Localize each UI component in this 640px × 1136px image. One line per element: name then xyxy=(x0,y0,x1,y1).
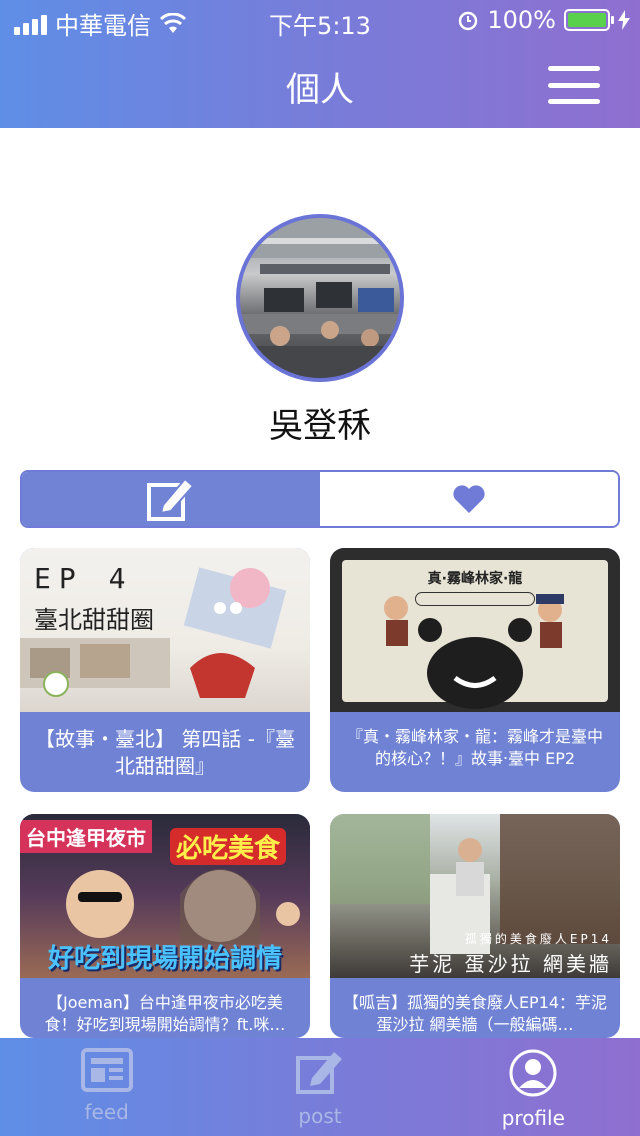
profile-name: 吳登秝 xyxy=(269,406,371,446)
status-right: 100% xyxy=(457,6,630,34)
newspaper-icon xyxy=(80,1048,133,1092)
battery-percent: 100% xyxy=(487,6,556,34)
post-thumbnail: 台中逢甲夜市 必吃美食 好吃到現場開始調情 xyxy=(20,814,310,978)
thumb-title-text: 台中逢甲夜市 xyxy=(20,820,152,853)
heart-icon xyxy=(453,485,485,513)
charging-icon xyxy=(618,10,630,30)
post-card-4[interactable]: 孤獨的美食廢人EP14 芋泥 蛋沙拉 網美牆 【呱吉】孤獨的美食廢人EP14：芋… xyxy=(330,814,620,1038)
thumb-illustration xyxy=(20,567,287,698)
post-card-2[interactable]: 真·霧峰林家·龍 『真・霧峰林家・龍：霧峰才是臺中的核心？！』故事‧臺中 EP2 xyxy=(330,548,620,792)
status-bar: 中華電信 下午5:13 100% xyxy=(0,0,640,40)
thumb-subtitle-text: 必吃美食 xyxy=(170,828,287,865)
post-caption: 『真・霧峰林家・龍：霧峰才是臺中的核心？！』故事‧臺中 EP2 xyxy=(346,727,603,768)
post-caption: 【故事・臺北】 第四話 -『臺北甜甜圈』 xyxy=(35,727,295,778)
thumb-illustration xyxy=(384,594,564,709)
post-caption: 【Joeman】台中逢甲夜市必吃美食！好吃到現場開始調情？ft.咪… xyxy=(44,993,286,1034)
tab-post[interactable]: post xyxy=(213,1038,426,1136)
edit-icon xyxy=(295,1052,342,1094)
tab-feed[interactable]: feed xyxy=(0,1038,213,1136)
tab-my-posts[interactable] xyxy=(22,472,320,526)
user-icon xyxy=(509,1049,557,1097)
edit-icon xyxy=(147,477,195,521)
thumb-headline-text: 好吃到現場開始調情 xyxy=(47,944,282,974)
avatar-photo xyxy=(240,218,400,378)
post-card-3[interactable]: 台中逢甲夜市 必吃美食 好吃到現場開始調情 【Joeman】台中逢甲夜市必吃美食… xyxy=(20,814,310,1038)
post-thumbnail: 真·霧峰林家·龍 xyxy=(330,548,620,712)
thumb-subtitle-text: 孤獨的美食廢人EP14 xyxy=(464,932,612,946)
battery-icon xyxy=(564,9,614,31)
post-thumbnail: EP 4 臺北甜甜圈 xyxy=(20,548,310,712)
tab-feed-label: feed xyxy=(84,1100,129,1124)
post-card-1[interactable]: EP 4 臺北甜甜圈 【故事・臺北】 第四話 -『臺北甜甜圈』 xyxy=(20,548,310,792)
post-caption: 【呱吉】孤獨的美食廢人EP14：芋泥 蛋沙拉 網美牆（一般編碼… xyxy=(342,993,608,1034)
thumb-title-text: 芋泥 蛋沙拉 網美牆 xyxy=(409,952,612,976)
bottom-tab-bar: feed post profile xyxy=(0,1038,640,1136)
profile-segmented-control xyxy=(20,470,620,528)
hamburger-menu-icon[interactable] xyxy=(548,66,600,104)
alarm-icon xyxy=(459,11,478,31)
avatar[interactable] xyxy=(236,214,404,382)
page-title: 個人 xyxy=(286,70,354,110)
post-thumbnail: 孤獨的美食廢人EP14 芋泥 蛋沙拉 網美牆 xyxy=(330,814,620,978)
tab-post-label: post xyxy=(298,1104,342,1128)
tab-profile[interactable]: profile xyxy=(427,1038,640,1136)
tab-profile-label: profile xyxy=(501,1106,565,1130)
tab-favorites[interactable] xyxy=(320,472,618,526)
app-header: 中華電信 下午5:13 100% 個人 xyxy=(0,0,640,128)
